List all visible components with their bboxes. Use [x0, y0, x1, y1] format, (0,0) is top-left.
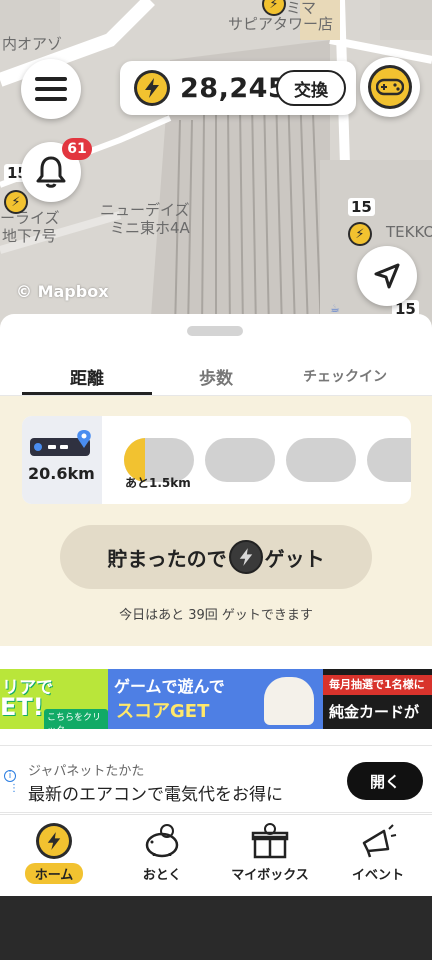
ad-open-button[interactable]: 開く — [347, 762, 423, 800]
bottom-nav: ホーム おとく マイボックス イベント — [0, 814, 432, 896]
nav-label: マイボックス — [231, 868, 309, 883]
banner-right-text-2: 純金カードが — [329, 703, 420, 721]
map-label: ーライズ — [0, 209, 60, 227]
marker-count: 15 — [348, 198, 375, 216]
banner-right-text-1: 毎月抽選で1名様に — [323, 675, 432, 695]
ad-headline: 最新のエアコンで電気代をお得に — [28, 785, 283, 805]
promo-banner[interactable]: リアで ET! こちらをクリック ゲームで遊んで スコアGET 毎月抽選で1名様… — [0, 669, 432, 729]
ad-sponsor: ジャパネットたかた — [28, 764, 145, 779]
ad-dots-icon[interactable]: ⋮ — [9, 784, 19, 794]
banner-center[interactable]: ゲームで遊んで スコアGET — [108, 669, 323, 729]
distance-progress-card: 20.6km あと1.5km — [22, 416, 411, 504]
coin-spot-marker[interactable]: ⚡ — [348, 222, 372, 246]
banner-left-text-2: ET! — [0, 693, 44, 721]
distance-summary: 20.6km — [22, 416, 102, 504]
piggy-bank-icon — [145, 824, 179, 858]
map-label: ミニ東ホ4A — [110, 219, 190, 237]
bell-icon — [36, 156, 66, 188]
tab-steps[interactable]: 歩数 — [152, 354, 280, 398]
remaining-distance: あと1.5km — [125, 476, 191, 490]
navigation-arrow-icon — [374, 263, 400, 289]
nav-label: イベント — [351, 868, 404, 883]
gamepad-icon — [368, 65, 412, 109]
mapbox-attribution[interactable]: © Mapbox — [16, 282, 109, 301]
info-icon[interactable]: i — [4, 770, 16, 782]
coin-balance-pill: 28,245 交換 — [120, 61, 356, 115]
map-label: サピアタワー店 — [228, 15, 334, 33]
map-label: 地下7号 — [2, 227, 57, 245]
collect-label-before: 貯まったので — [107, 546, 227, 571]
exchange-button[interactable]: 交換 — [276, 70, 346, 106]
map-label: 内オアゾ — [2, 35, 63, 53]
hamburger-icon — [35, 71, 67, 107]
map-label: ニューデイズ — [100, 201, 190, 219]
ad-row[interactable]: i ⋮ ジャパネットたかた 最新のエアコンで電気代をお得に 開く — [0, 745, 432, 813]
coin-spot-marker[interactable]: ⚡ — [4, 190, 28, 214]
banner-center-text-2: スコアGET — [116, 701, 210, 722]
nav-label: おとく — [142, 868, 182, 883]
megaphone-icon — [362, 824, 397, 858]
map-label: TEKKO — [386, 223, 432, 241]
nav-mybox[interactable]: マイボックス — [216, 823, 324, 897]
collect-coins-button[interactable]: 貯まったので ゲット — [60, 525, 372, 589]
sheet-drag-handle[interactable] — [187, 326, 243, 336]
bolt-coin-icon — [134, 70, 170, 106]
nav-label: ホーム — [24, 863, 84, 884]
coin-count: 28,245 — [180, 72, 288, 104]
distance-total: 20.6km — [28, 464, 95, 483]
bolt-coin-icon — [36, 823, 72, 859]
banner-left[interactable]: リアで ET! こちらをクリック — [0, 669, 108, 729]
banner-center-text-1: ゲームで遊んで — [114, 677, 225, 696]
menu-button[interactable] — [21, 59, 81, 119]
progress-slot — [205, 438, 275, 482]
collect-remaining-note: 今日はあと 39回 ゲットできます — [119, 608, 313, 623]
nav-events[interactable]: イベント — [324, 823, 432, 897]
banner-left-cta: こちらをクリック — [44, 709, 108, 729]
progress-slot — [367, 438, 411, 482]
nav-deals[interactable]: おとく — [108, 823, 216, 897]
bolt-coin-icon — [228, 540, 263, 574]
bottom-sheet: 距離 歩数 チェックイン 20.6km あと1.5km 貯まったので ゲット 今… — [0, 314, 432, 814]
notification-badge: 61 — [62, 138, 92, 160]
collect-label-after: ゲット — [264, 546, 325, 571]
system-nav-bar — [0, 896, 432, 960]
game-button[interactable] — [360, 57, 420, 117]
nav-home[interactable]: ホーム — [0, 823, 108, 897]
cat-mascot-icon — [264, 677, 314, 725]
tab-checkin[interactable]: チェックイン — [280, 354, 410, 398]
route-icon — [30, 430, 91, 456]
progress-slot — [286, 438, 356, 482]
banner-right[interactable]: 毎月抽選で1名様に 純金カードが — [323, 669, 432, 729]
locate-me-button[interactable] — [357, 246, 417, 306]
gift-box-icon — [251, 823, 289, 859]
